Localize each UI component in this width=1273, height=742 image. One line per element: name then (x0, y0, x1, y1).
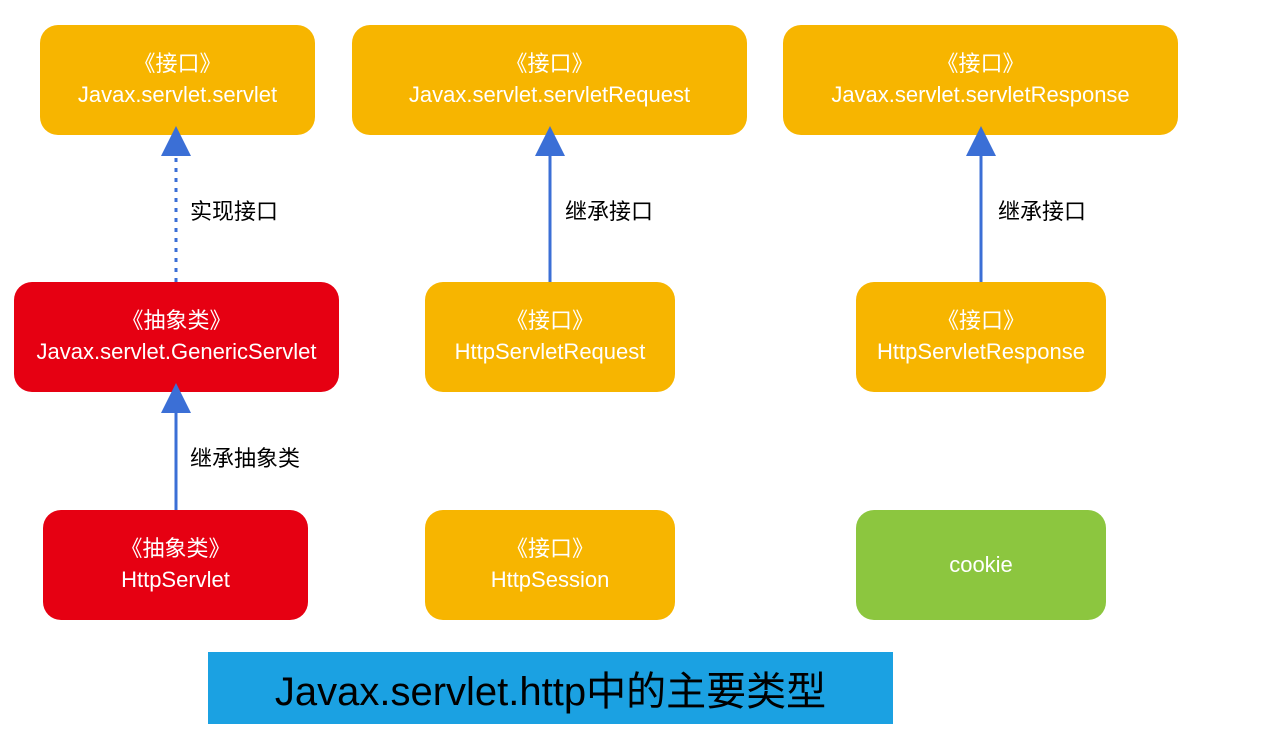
class-name: Javax.servlet.servletRequest (409, 80, 690, 111)
box-servletresponse-interface: 《接口》 Javax.servlet.servletResponse (783, 25, 1178, 135)
box-genericservlet-abstract: 《抽象类》 Javax.servlet.GenericServlet (14, 282, 339, 392)
class-name: cookie (949, 552, 1013, 578)
label-inherit-interface-2: 继承接口 (998, 194, 1086, 226)
stereotype-label: 《抽象类》 (120, 534, 230, 565)
box-httpservletresponse-interface: 《接口》 HttpServletResponse (856, 282, 1106, 392)
class-name: Javax.servlet.GenericServlet (37, 337, 317, 368)
class-name: Javax.servlet.servletResponse (831, 80, 1129, 111)
stereotype-label: 《接口》 (133, 49, 221, 80)
class-name: HttpServletResponse (877, 337, 1085, 368)
class-name: HttpServlet (121, 565, 230, 596)
box-httpsession-interface: 《接口》 HttpSession (425, 510, 675, 620)
label-implement-interface: 实现接口 (190, 194, 278, 226)
title-text: Javax.servlet.http中的主要类型 (275, 659, 826, 717)
stereotype-label: 《接口》 (505, 49, 593, 80)
label-inherit-interface-1: 继承接口 (565, 194, 653, 226)
label-inherit-abstract: 继承抽象类 (190, 441, 300, 473)
box-servlet-interface: 《接口》 Javax.servlet.servlet (40, 25, 315, 135)
box-cookie-class: cookie (856, 510, 1106, 620)
stereotype-label: 《接口》 (506, 534, 594, 565)
class-name: HttpServletRequest (455, 337, 646, 368)
box-httpservlet-abstract: 《抽象类》 HttpServlet (43, 510, 308, 620)
stereotype-label: 《接口》 (937, 306, 1025, 337)
stereotype-label: 《接口》 (936, 49, 1024, 80)
stereotype-label: 《抽象类》 (121, 306, 231, 337)
class-name: Javax.servlet.servlet (78, 80, 277, 111)
title-bar: Javax.servlet.http中的主要类型 (208, 652, 893, 724)
box-servletrequest-interface: 《接口》 Javax.servlet.servletRequest (352, 25, 747, 135)
stereotype-label: 《接口》 (506, 306, 594, 337)
box-httpservletrequest-interface: 《接口》 HttpServletRequest (425, 282, 675, 392)
class-name: HttpSession (491, 565, 610, 596)
